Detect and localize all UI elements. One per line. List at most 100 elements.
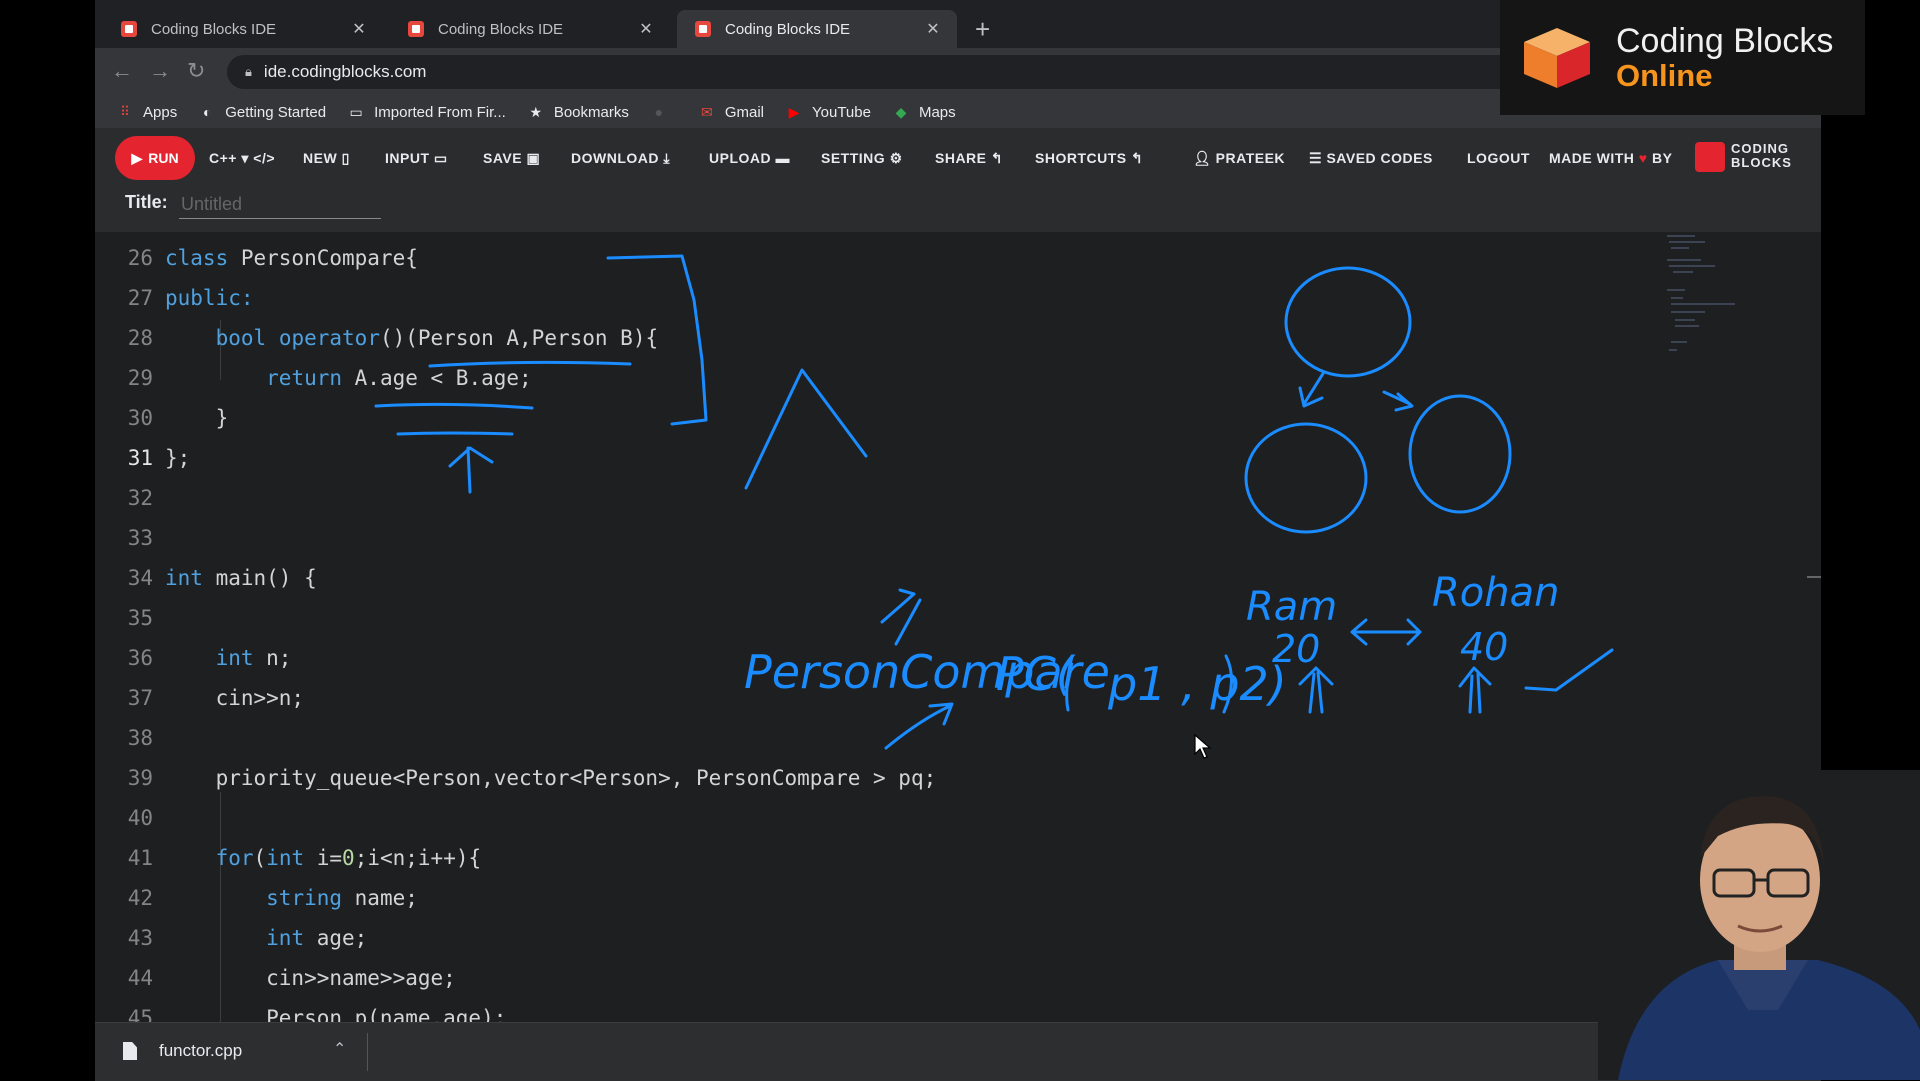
- code-line[interactable]: }: [165, 406, 229, 430]
- download-button[interactable]: DOWNLOAD ⤓: [571, 150, 670, 167]
- line-number: 37: [127, 686, 153, 710]
- language-select[interactable]: C++ ▾ </>: [209, 150, 275, 167]
- shortcuts-button[interactable]: SHORTCUTS ↰: [1035, 150, 1143, 167]
- saved-codes-label: SAVED CODES: [1326, 150, 1433, 166]
- new-button[interactable]: NEW ▯: [303, 150, 350, 167]
- line-number: 39: [127, 766, 153, 790]
- downloaded-file[interactable]: functor.cpp: [123, 1041, 242, 1061]
- line-number-current: 31: [127, 446, 153, 470]
- code-line[interactable]: };: [165, 446, 190, 470]
- code-line[interactable]: return A.age < B.age;: [165, 366, 532, 390]
- lock-icon: 🔒︎: [245, 64, 252, 79]
- downloaded-file-name: functor.cpp: [159, 1041, 243, 1060]
- code-line[interactable]: bool operator()(Person A,Person B){: [165, 326, 659, 350]
- line-number: 33: [127, 526, 153, 550]
- share-label: SHARE: [935, 150, 987, 166]
- code-line[interactable]: cin>>name>>age;: [165, 966, 456, 990]
- bookmark-imported-folder[interactable]: ▭ Imported From Fir...: [348, 103, 506, 121]
- upload-button[interactable]: UPLOAD ▬: [709, 150, 790, 166]
- close-icon[interactable]: ✕: [923, 19, 943, 39]
- folder-icon: ▭: [349, 104, 363, 120]
- code-line[interactable]: int age;: [165, 926, 367, 950]
- logout-button[interactable]: LOGOUT: [1467, 150, 1530, 166]
- omnibox[interactable]: 🔒︎ ide.codingblocks.com: [227, 55, 1567, 89]
- coding-blocks-logo-icon: [1695, 142, 1725, 172]
- user-menu[interactable]: 👤︎ PRATEEK: [1193, 150, 1285, 167]
- list-icon: ☰: [1309, 150, 1323, 166]
- line-number: 35: [127, 606, 153, 630]
- share-button[interactable]: SHARE ↰: [935, 150, 1003, 167]
- ide-toolbar: ▶ RUN C++ ▾ </> NEW ▯ INPUT ▭ SAVE ▣ DOW…: [95, 128, 1821, 188]
- back-arrow-icon[interactable]: ←: [111, 58, 133, 84]
- line-number: 36: [127, 646, 153, 670]
- line-number: 32: [127, 486, 153, 510]
- run-button[interactable]: ▶ RUN: [115, 136, 195, 180]
- chevron-up-icon[interactable]: ⌃: [333, 1039, 346, 1059]
- code-line[interactable]: Person p(name,age);: [165, 1006, 506, 1022]
- logo-text-line-2: BLOCKS: [1731, 155, 1792, 170]
- reload-icon[interactable]: ↻: [187, 58, 205, 84]
- logout-label: LOGOUT: [1467, 150, 1530, 166]
- gmail-icon: ✉: [700, 104, 713, 120]
- brand-name: Coding Blocks: [1616, 22, 1834, 60]
- code-line[interactable]: priority_queue<Person,vector<Person>, Pe…: [165, 766, 937, 790]
- tab-title: Coding Blocks IDE: [725, 20, 851, 38]
- user-icon: 👤︎: [1193, 150, 1212, 166]
- star-icon: ★: [529, 104, 543, 120]
- line-number: 30: [127, 406, 153, 430]
- floppy-icon: ▣: [526, 150, 541, 166]
- bookmark-maps[interactable]: ◆ Maps: [893, 104, 956, 121]
- title-input[interactable]: [179, 190, 381, 219]
- close-icon[interactable]: ✕: [636, 19, 656, 39]
- tab-1[interactable]: Coding Blocks IDE ✕: [103, 10, 383, 48]
- github-icon: ●: [654, 104, 664, 120]
- tab-2[interactable]: Coding Blocks IDE ✕: [390, 10, 670, 48]
- bookmark-youtube[interactable]: ▶ YouTube: [786, 104, 871, 121]
- input-button[interactable]: INPUT ▭: [385, 150, 448, 167]
- forward-arrow-icon[interactable]: →: [149, 58, 171, 84]
- bookmark-label: YouTube: [812, 103, 871, 121]
- browser-window: Coding Blocks IDE ✕ Coding Blocks IDE ✕ …: [95, 0, 1821, 1081]
- line-number: 27: [127, 286, 153, 310]
- code-line[interactable]: cin>>n;: [165, 686, 305, 710]
- new-label: NEW: [303, 150, 338, 166]
- line-number: 45: [127, 1006, 153, 1022]
- code-editor[interactable]: 26 class PersonCompare{ 27 public: 28 bo…: [95, 232, 1821, 1022]
- setting-button[interactable]: SETTING ⚙: [821, 150, 903, 167]
- share-arrow-icon: ↰: [990, 150, 1004, 166]
- user-label: PRATEEK: [1215, 150, 1286, 166]
- line-number: 42: [127, 886, 153, 910]
- bookmark-bookmarks[interactable]: ★ Bookmarks: [528, 104, 629, 121]
- code-line[interactable]: string name;: [165, 886, 418, 910]
- bookmark-apps[interactable]: ⠿ Apps: [117, 104, 177, 121]
- line-number: 38: [127, 726, 153, 750]
- close-icon[interactable]: ✕: [349, 19, 369, 39]
- code-line[interactable]: int n;: [165, 646, 292, 670]
- bookmark-getting-started[interactable]: ◐ Getting Started: [199, 104, 326, 121]
- bookmark-github[interactable]: ●: [651, 104, 677, 120]
- tab-3-active[interactable]: Coding Blocks IDE ✕: [677, 10, 957, 48]
- bookmark-label: Bookmarks: [553, 103, 629, 121]
- bookmark-label: Imported From Fir...: [374, 103, 506, 121]
- download-label: DOWNLOAD: [571, 150, 659, 166]
- title-label: Title:: [125, 192, 168, 212]
- mouse-cursor-icon: [1194, 734, 1212, 759]
- new-tab-plus-icon[interactable]: +: [975, 14, 990, 45]
- saved-codes-button[interactable]: ☰ SAVED CODES: [1309, 150, 1433, 167]
- bookmark-gmail[interactable]: ✉ Gmail: [699, 104, 764, 121]
- url-text[interactable]: ide.codingblocks.com: [264, 62, 427, 82]
- globe-icon: ◐: [202, 104, 212, 120]
- scrollbar-thumb[interactable]: [1807, 576, 1821, 578]
- code-line[interactable]: for(int i=0;i<n;i++){: [165, 846, 482, 870]
- bookmark-label: Apps: [143, 103, 178, 121]
- save-button[interactable]: SAVE ▣: [483, 150, 540, 167]
- code-line[interactable]: int main() {: [165, 566, 317, 590]
- code-line[interactable]: public:: [165, 286, 254, 310]
- minimap[interactable]: [1665, 232, 1745, 362]
- tab-title: Coding Blocks IDE: [438, 20, 564, 38]
- line-number: 44: [127, 966, 153, 990]
- logo-text-line-1: CODING: [1731, 141, 1789, 156]
- line-number: 34: [127, 566, 153, 590]
- code-line[interactable]: class PersonCompare{: [165, 246, 418, 270]
- bookmark-label: Gmail: [724, 103, 765, 121]
